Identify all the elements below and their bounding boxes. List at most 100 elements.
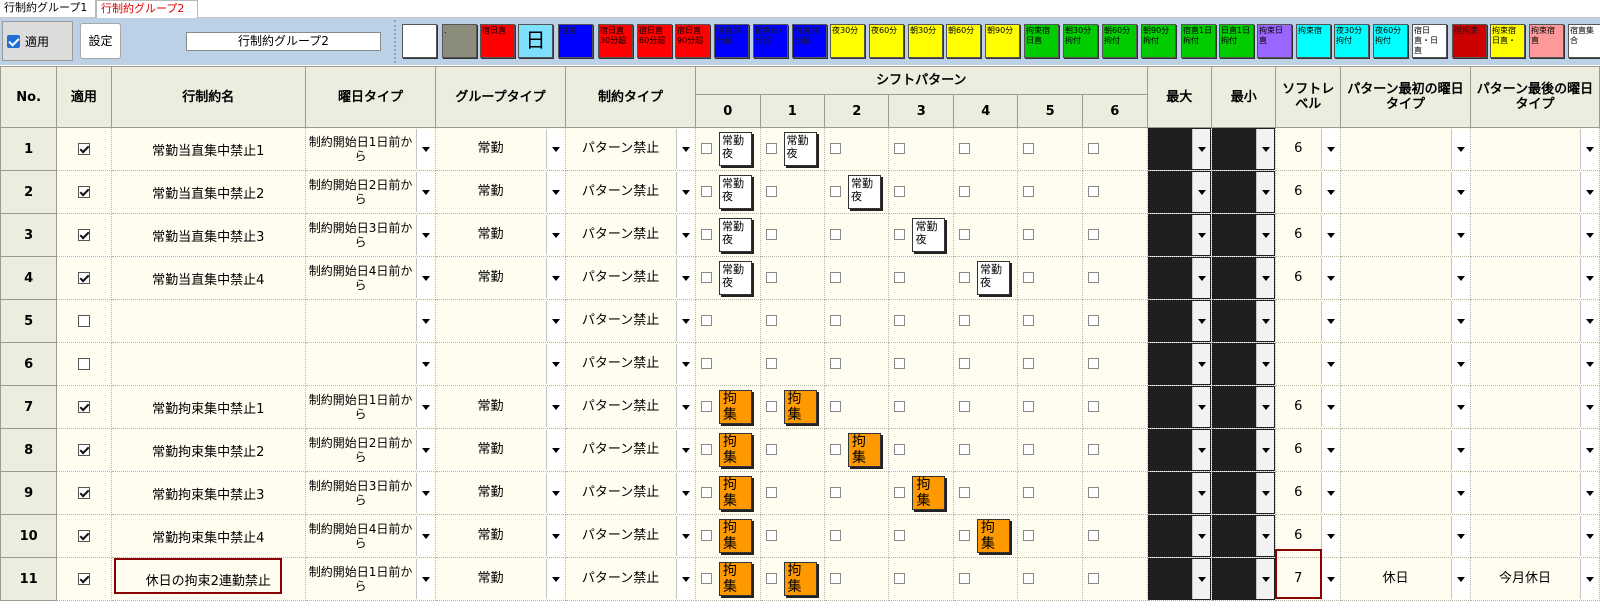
palette-item[interactable]: 朝90分拘付: [1141, 24, 1176, 58]
shift-pattern-cell[interactable]: [952, 170, 1019, 214]
chevron-down-icon[interactable]: [1580, 387, 1598, 427]
soft-level-select[interactable]: 6: [1276, 386, 1339, 428]
palette-item[interactable]: 日直1日拘付: [1219, 24, 1254, 58]
shift-pattern-cell[interactable]: [759, 342, 826, 386]
constraint-type-select[interactable]: パターン禁止: [566, 515, 695, 557]
shift-chip[interactable]: 常勤夜: [848, 175, 881, 209]
chevron-down-icon[interactable]: [676, 430, 695, 470]
chevron-down-icon[interactable]: [546, 129, 565, 169]
shift-pattern-cell[interactable]: [1081, 428, 1148, 472]
soft-level-select[interactable]: 6: [1276, 257, 1339, 299]
soft-level-select[interactable]: 6: [1276, 171, 1339, 213]
apply-toggle[interactable]: 適用: [2, 21, 73, 61]
shift-checkbox[interactable]: [894, 143, 906, 154]
shift-pattern-cell[interactable]: [1081, 342, 1148, 386]
shift-pattern-cell[interactable]: [823, 256, 890, 300]
shift-checkbox[interactable]: [830, 229, 841, 240]
soft-level-select[interactable]: 6: [1276, 429, 1339, 471]
chevron-down-icon[interactable]: [416, 387, 435, 427]
soft-level-select[interactable]: 6: [1276, 515, 1339, 557]
shift-checkbox[interactable]: [765, 358, 777, 369]
shift-chip[interactable]: 拘集: [912, 476, 946, 510]
shift-checkbox[interactable]: [701, 401, 713, 412]
shift-chip[interactable]: 常勤夜: [783, 132, 817, 166]
palette-item[interactable]: 宿日直・日直: [1412, 24, 1447, 58]
shift-pattern-cell[interactable]: [952, 342, 1019, 386]
shift-pattern-cell[interactable]: [952, 428, 1019, 472]
shift-checkbox[interactable]: [894, 401, 906, 412]
shift-pattern-cell[interactable]: [1081, 170, 1148, 214]
shift-pattern-cell[interactable]: 拘集: [695, 428, 761, 472]
shift-checkbox[interactable]: [1087, 530, 1099, 541]
min-select[interactable]: [1212, 343, 1276, 385]
palette-item[interactable]: 宿日直: [480, 24, 515, 58]
apply-checkbox[interactable]: [77, 401, 90, 413]
chevron-down-icon[interactable]: [1580, 473, 1598, 513]
palette-item[interactable]: 夜30分拘付: [1334, 24, 1369, 58]
shift-pattern-cell[interactable]: [888, 385, 954, 429]
chevron-down-icon[interactable]: [1580, 559, 1598, 599]
max-select[interactable]: [1147, 386, 1211, 428]
soft-level-select[interactable]: 6: [1276, 128, 1339, 170]
shift-checkbox[interactable]: [1087, 143, 1099, 154]
shift-chip[interactable]: 拘集: [976, 519, 1010, 553]
chevron-down-icon[interactable]: [1256, 172, 1275, 212]
chevron-down-icon[interactable]: [1580, 516, 1598, 556]
chevron-down-icon[interactable]: [676, 516, 695, 556]
shift-checkbox[interactable]: [701, 573, 713, 584]
tab-constraint-group-2[interactable]: 行制約グループ2: [96, 0, 198, 18]
last-day-type-select[interactable]: [1471, 128, 1599, 170]
shift-checkbox[interactable]: [701, 229, 713, 240]
chevron-down-icon[interactable]: [1320, 387, 1339, 427]
shift-pattern-cell[interactable]: [759, 256, 826, 300]
shift-chip[interactable]: 拘集: [719, 476, 753, 510]
shift-checkbox[interactable]: [765, 315, 777, 326]
shift-chip[interactable]: 拘集: [719, 562, 753, 596]
chevron-down-icon[interactable]: [546, 516, 565, 556]
palette-item[interactable]: 宿直90分超: [792, 24, 827, 58]
chevron-down-icon[interactable]: [1256, 129, 1275, 169]
shift-checkbox[interactable]: [701, 272, 713, 283]
constraint-type-select[interactable]: パターン禁止: [566, 558, 695, 600]
settings-button[interactable]: 設定: [80, 23, 121, 59]
shift-pattern-cell[interactable]: 拘集: [823, 428, 890, 472]
group-type-select[interactable]: [436, 300, 565, 342]
shift-checkbox[interactable]: [1023, 272, 1035, 283]
shift-checkbox[interactable]: [958, 530, 970, 541]
shift-pattern-cell[interactable]: 拘集: [695, 557, 761, 601]
chevron-down-icon[interactable]: [1580, 215, 1598, 255]
chevron-down-icon[interactable]: [1320, 129, 1339, 169]
shift-pattern-cell[interactable]: [952, 385, 1019, 429]
chevron-down-icon[interactable]: [1256, 215, 1275, 255]
shift-checkbox[interactable]: [894, 487, 906, 498]
weekday-type-select[interactable]: 制約開始日4日前から: [306, 257, 435, 299]
first-day-type-select[interactable]: [1341, 343, 1470, 385]
palette-item[interactable]: 拘束宿直: [1529, 24, 1564, 58]
weekday-type-select[interactable]: [306, 343, 435, 385]
constraint-name-cell[interactable]: 常勤当直集中禁止4: [110, 256, 307, 300]
chevron-down-icon[interactable]: [1192, 215, 1210, 255]
apply-checkbox[interactable]: [7, 35, 20, 48]
shift-pattern-cell[interactable]: [1017, 428, 1083, 472]
group-type-select[interactable]: 常勤: [436, 515, 565, 557]
shift-checkbox[interactable]: [1023, 358, 1035, 369]
weekday-type-select[interactable]: 制約開始日1日前から: [306, 386, 435, 428]
min-select[interactable]: [1212, 515, 1276, 557]
chevron-down-icon[interactable]: [1450, 258, 1469, 298]
group-type-select[interactable]: 常勤: [436, 171, 565, 213]
chevron-down-icon[interactable]: [1256, 516, 1275, 556]
max-select[interactable]: [1147, 214, 1211, 256]
constraint-name-cell[interactable]: 休日の拘束2連勤禁止: [110, 557, 307, 601]
first-day-type-select[interactable]: [1341, 214, 1470, 256]
chevron-down-icon[interactable]: [676, 129, 695, 169]
chevron-down-icon[interactable]: [546, 301, 565, 341]
chevron-down-icon[interactable]: [1450, 215, 1469, 255]
shift-pattern-cell[interactable]: 常勤夜: [695, 256, 761, 300]
shift-pattern-cell[interactable]: [823, 557, 890, 601]
shift-checkbox[interactable]: [958, 315, 970, 326]
shift-pattern-cell[interactable]: 常勤夜: [695, 127, 761, 171]
palette-item[interactable]: 朝30分: [908, 24, 943, 58]
shift-checkbox[interactable]: [765, 272, 777, 283]
shift-pattern-cell[interactable]: [888, 342, 954, 386]
palette-item[interactable]: 朝60分: [946, 24, 981, 58]
